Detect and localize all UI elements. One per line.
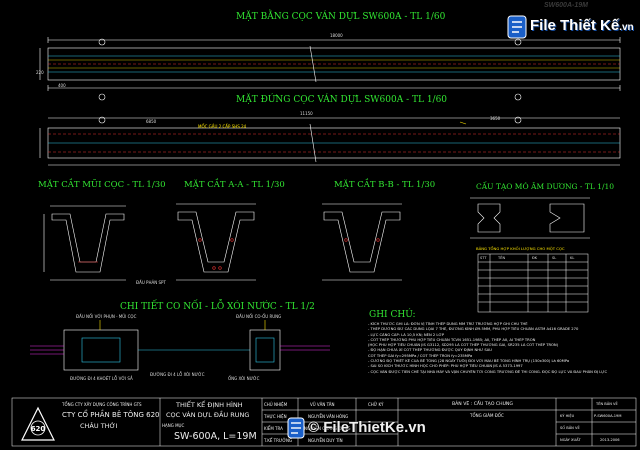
joint-right-label: ĐẦU NỐI CO-ỐU RUNG — [236, 314, 282, 319]
elevation-right-dim: 3650 — [490, 116, 501, 121]
drawing-canvas: 620 — [11, 15, 637, 447]
section-a-drawing — [176, 203, 256, 281]
joint-callout-2: ĐƯỜNG ĐI 4 LỖ XÓI NƯỚC — [150, 372, 205, 377]
role-2: THỰC HIỆN — [264, 414, 287, 419]
joint-detail-drawing — [30, 320, 330, 371]
plan-400-dim: 400 — [58, 83, 66, 88]
elevation-view — [39, 116, 621, 166]
role-4: T.KẾ TRƯỞNG — [264, 438, 293, 443]
role-1: CHỦ NHIỆM — [264, 402, 288, 407]
drawing-title-1: THIẾT KẾ ĐỊNH HÌNH — [176, 401, 243, 409]
watermark-logo-icon — [507, 15, 527, 39]
note-line: - CỌC VÁN ĐƯỢC TIỀN CHẾ TẠI NHÀ MÁY VÀ V… — [368, 369, 608, 374]
steel-note: MỐC GẦU 2 CẤP SHS 24 — [198, 124, 247, 129]
plan-total-dim: 18000 — [330, 33, 343, 38]
watermark-top-brand-main: File Thiết Kế — [530, 17, 620, 34]
lift-detail-title: CẤU TẠO MÓ ÂM DƯƠNG - TL 1/10 — [476, 182, 615, 191]
section-b-title: MẶT CẮT B-B - TL 1/30 — [334, 180, 436, 190]
drawing-hangmuc: HẠNG MỤC — [162, 423, 185, 428]
joint-callout-1: ĐƯỜNG ĐI 4 KHOÉT LỖ VỚI SẮ — [70, 376, 133, 381]
lift-detail-drawing — [470, 197, 590, 239]
table-head-dk: ĐK — [532, 256, 538, 260]
elevation-left-dim: 6850 — [146, 119, 157, 124]
section-b-drawing — [322, 203, 402, 281]
date-label: NGÀY XUẤT — [560, 438, 581, 442]
company-name-3: CHÂU THỚI — [80, 422, 118, 430]
quantity-table — [477, 253, 589, 313]
logo-text: 620 — [31, 425, 46, 433]
section-tip-title: MẶT CẮT MŨI CỌC - TL 1/30 — [38, 180, 166, 190]
director-label: TỔNG GIÁM ĐỐC — [470, 413, 504, 418]
plan-220-dim: 220 — [36, 70, 44, 75]
notes-list: - KÍCH THƯỚC GHI LÀ: ĐƠN VỊ TÍNH THÉP DÙ… — [368, 322, 636, 375]
elevation-title: MẶT ĐỨNG CỌC VÁN DỰL SW600A - TL 1/60 — [236, 95, 448, 105]
right-head: TÊN BẢN VẼ — [596, 402, 618, 406]
watermark-bottom-logo-icon — [287, 417, 305, 439]
company-logo: 620 — [21, 406, 55, 441]
cad-drawing-viewport: 620 MẶT BẰNG CỌC VÁN DỰL SW600A - TL 1/6… — [0, 0, 640, 450]
joint-left-label: ĐẦU NỐI VỚI PHỤN - MŨI CỌC — [76, 314, 137, 319]
company-name-2: CTY CỔ PHẦN BÊ TÔNG 620 — [62, 411, 160, 419]
watermark-bottom-tagline: © FileThietKe.vn — [308, 419, 426, 436]
table-head-kl: KL — [570, 256, 575, 260]
joint-callout-3: ỐNG XÓI NƯỚC — [228, 376, 260, 381]
signature-label: CHỮ KÝ — [368, 402, 384, 407]
watermark-top-brand-suffix: .vn — [619, 22, 634, 33]
notes-title: GHI CHÚ: — [369, 310, 416, 320]
table-title: BẢNG TỔNG HỢP KHỐI LƯỢNG CHO MỘT CỌC — [476, 246, 565, 251]
section-a-title: MẶT CẮT A-A - TL 1/30 — [184, 180, 285, 190]
table-head-stt: STT — [480, 256, 487, 260]
section-tip-drawing — [43, 205, 126, 281]
watermark-top-brand: File Thiết Kế.vn — [530, 17, 634, 34]
company-name: TỔNG CTY XÂY DỰNG CÔNG TRÌNH GTS — [62, 402, 142, 407]
table-head-name: TÊN — [498, 256, 506, 260]
name-1: VŨ VĂN TÂN — [310, 402, 335, 407]
drawing-title-2: CỌC VÁN DỰL ĐẦU RUNG — [166, 411, 250, 419]
tip-callout: ĐẦU PHẢN SPT — [136, 280, 166, 285]
role-3: KIỂM TRA — [264, 426, 283, 431]
name-4: NGUYỄN DUY TÍN — [308, 438, 343, 443]
plan-title: MẶT BẰNG CỌC VÁN DỰL SW600A - TL 1/60 — [236, 12, 446, 22]
table-head-sl: SL — [552, 256, 557, 260]
drawing-title-3: SW-600A, L=19M — [174, 431, 257, 442]
approval-label: BẢN VẼ : CẤU TẠO CHUNG — [452, 402, 513, 407]
drawing-code: P-SW600A-19M — [594, 414, 622, 418]
joint-detail-title: CHI TIẾT CO NỐI - LỖ XÓI NƯỚC - TL 1/2 — [120, 302, 315, 312]
watermark-top-ghost: SW600A-19M — [544, 2, 588, 9]
sheet-label: SỐ BẢN VẼ — [560, 426, 580, 430]
plan-view — [39, 37, 621, 101]
elevation-total-dim: 11150 — [300, 111, 313, 116]
symbol-label: KÝ HIỆU — [560, 414, 575, 418]
date-value: 2013-2006 — [600, 438, 620, 442]
